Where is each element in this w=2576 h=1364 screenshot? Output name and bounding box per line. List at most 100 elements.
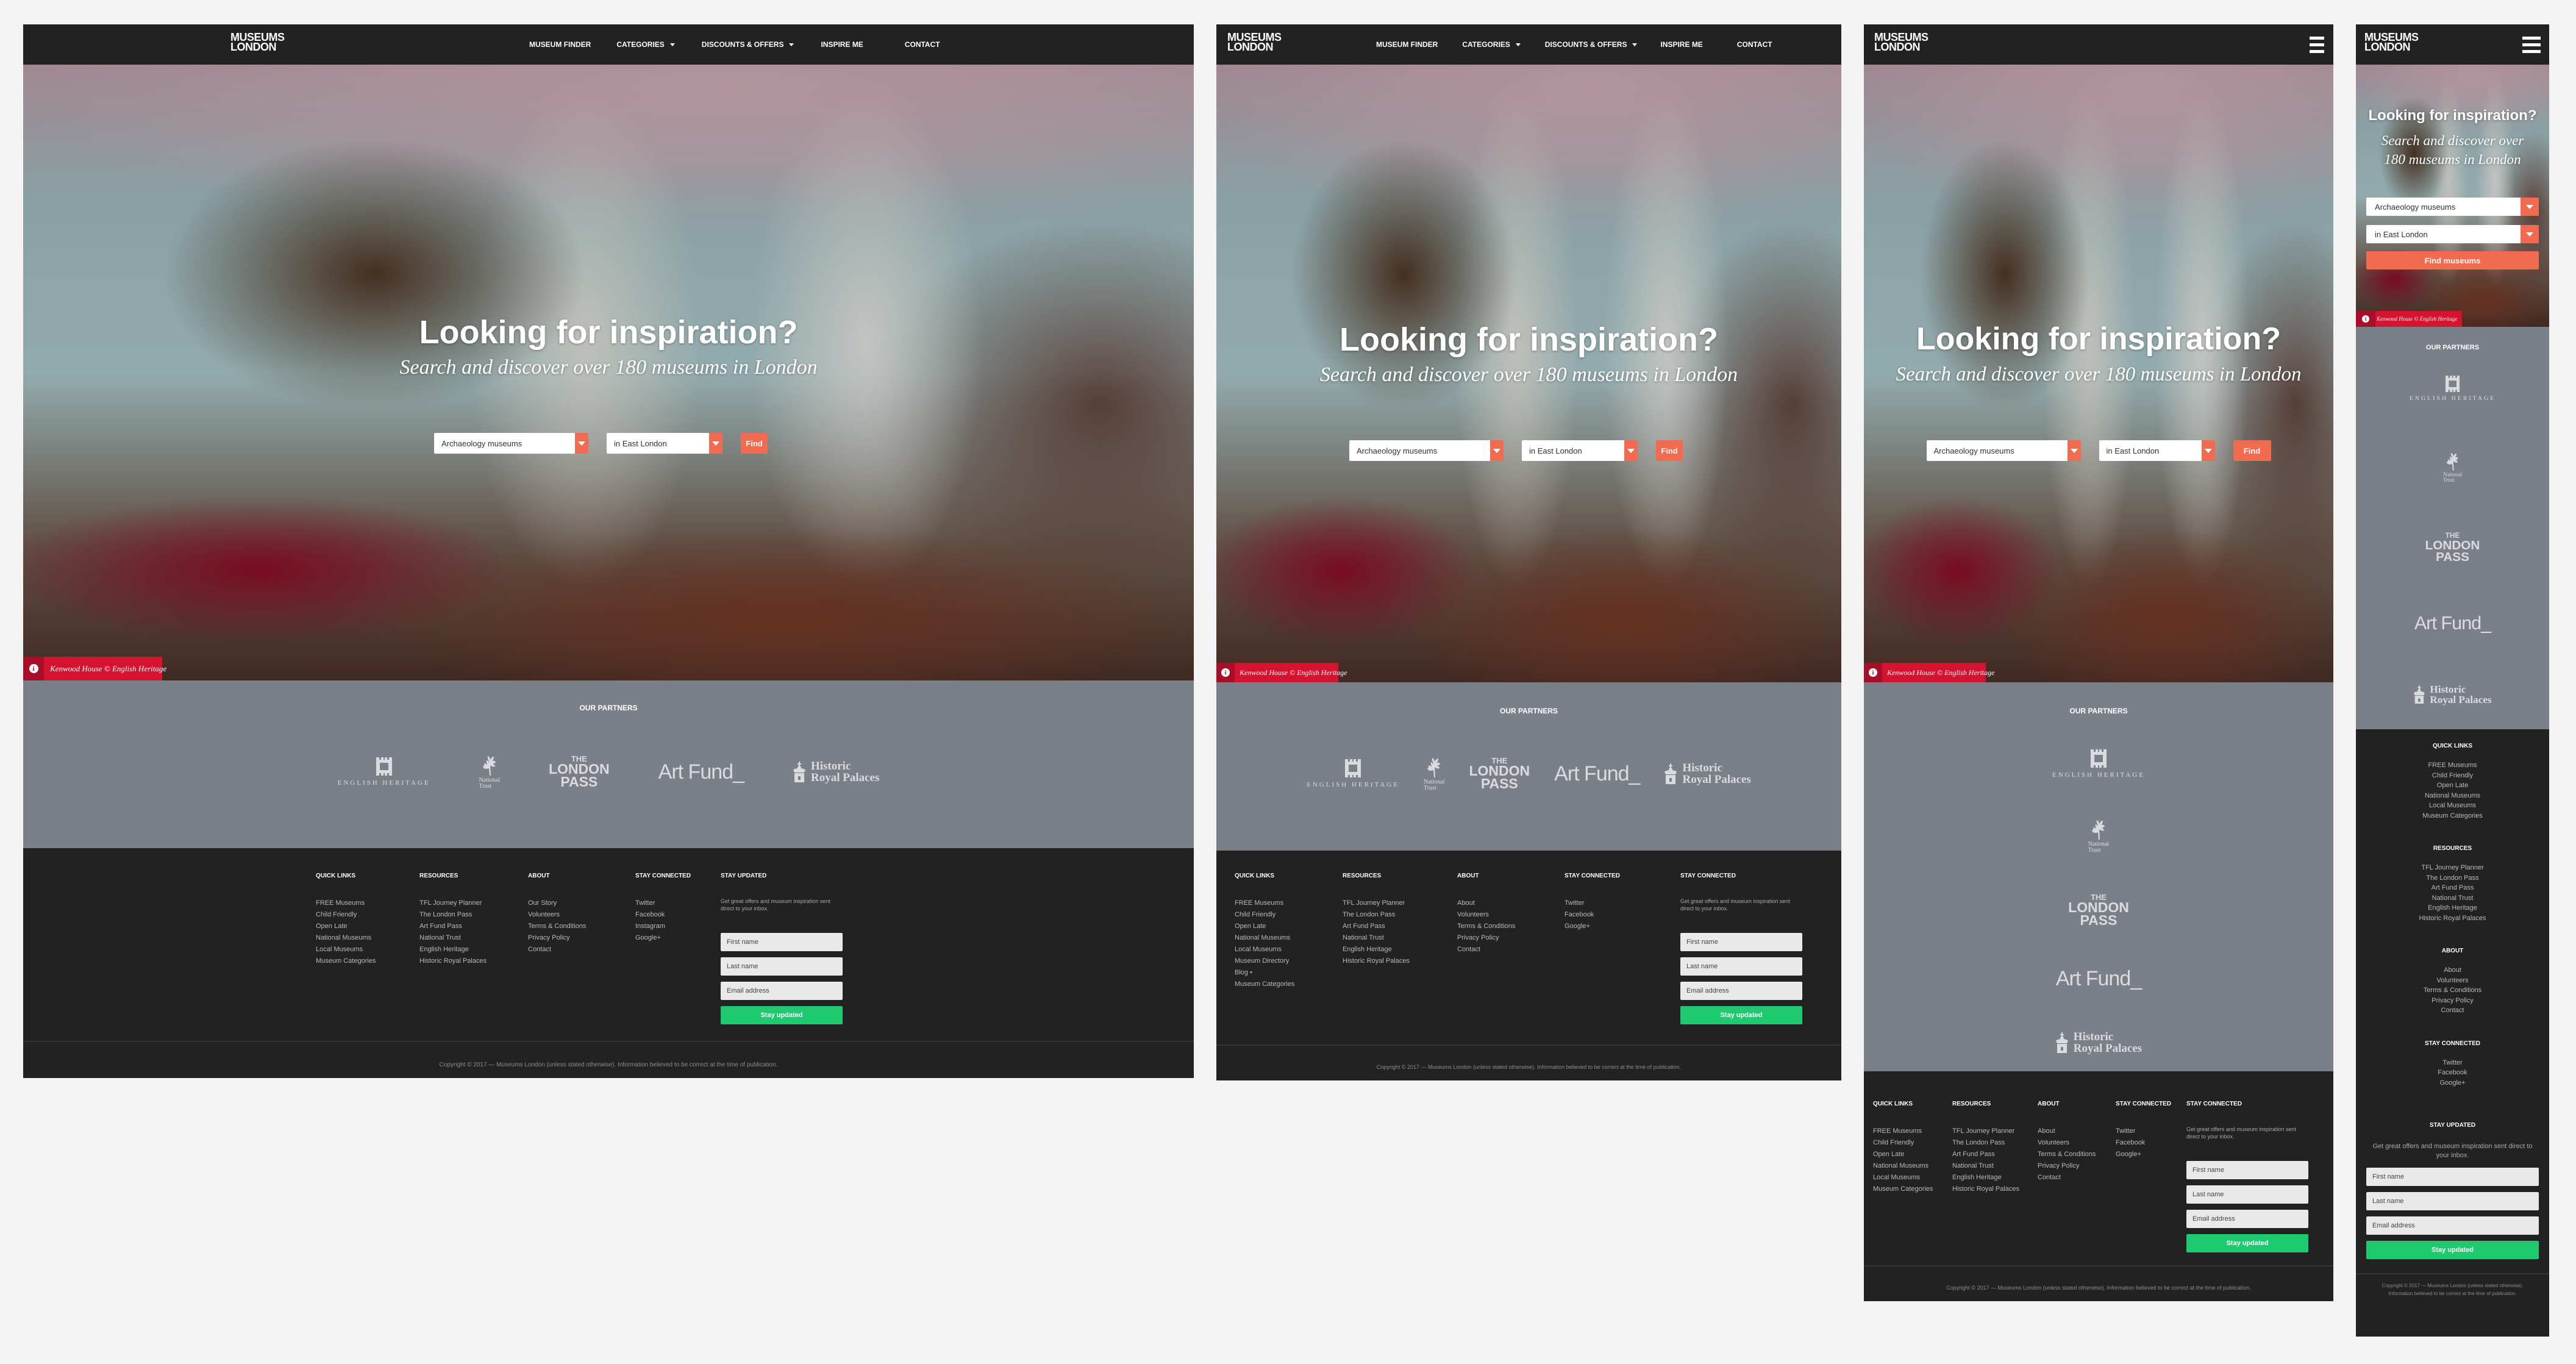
- footer-link[interactable]: Local Museums: [316, 944, 389, 955]
- footer-link[interactable]: Museum Directory: [1235, 955, 1343, 967]
- footer-link[interactable]: Twitter: [2116, 1126, 2186, 1137]
- footer-link[interactable]: Facebook: [2116, 1137, 2186, 1149]
- footer-link[interactable]: Local Museums: [1873, 1172, 1952, 1184]
- email-field[interactable]: [721, 982, 843, 1001]
- dropdown-button[interactable]: [1490, 440, 1504, 461]
- footer-link[interactable]: About: [1457, 898, 1565, 909]
- first-name-field[interactable]: [1680, 933, 1802, 952]
- nav-contact[interactable]: CONTACT: [1737, 40, 1772, 49]
- last-name-field[interactable]: [1680, 957, 1802, 976]
- nav-museum-finder[interactable]: MUSEUM FINDER: [1376, 40, 1438, 49]
- footer-link[interactable]: Volunteers: [1457, 909, 1565, 921]
- footer-link[interactable]: Privacy Policy: [528, 932, 605, 944]
- footer-link[interactable]: Museum Categories: [1235, 979, 1343, 990]
- footer-link[interactable]: Terms & Conditions: [1457, 921, 1565, 932]
- partner-logo-national-trust[interactable]: National Trust: [479, 755, 500, 790]
- footer-link[interactable]: Privacy Policy: [2356, 996, 2549, 1006]
- footer-link[interactable]: TFL Journey Planner: [2356, 863, 2549, 873]
- find-button[interactable]: Find: [741, 433, 768, 454]
- partner-logo-historic-royal-palaces[interactable]: Historic Royal Palaces: [2055, 1031, 2142, 1054]
- footer-link[interactable]: Twitter: [2356, 1058, 2549, 1068]
- partner-logo-national-trust[interactable]: National Trust: [1424, 757, 1444, 791]
- area-select[interactable]: in East London: [2099, 440, 2215, 461]
- footer-link[interactable]: TFL Journey Planner: [419, 898, 498, 909]
- nav-contact[interactable]: CONTACT: [905, 40, 940, 49]
- footer-link[interactable]: Volunteers: [2038, 1137, 2116, 1149]
- footer-link[interactable]: Child Friendly: [1235, 909, 1343, 921]
- find-museums-button[interactable]: Find museums: [2366, 251, 2539, 270]
- dropdown-button[interactable]: [709, 433, 722, 454]
- footer-link[interactable]: Twitter: [1565, 898, 1680, 909]
- footer-link[interactable]: About: [2038, 1126, 2116, 1137]
- dropdown-button[interactable]: [2067, 440, 2081, 461]
- footer-link[interactable]: Google+: [2356, 1078, 2549, 1088]
- category-select[interactable]: Archaeology museums: [2366, 198, 2539, 216]
- footer-link[interactable]: Facebook: [635, 909, 702, 921]
- partner-logo-english-heritage[interactable]: ENGLISH HERITAGE: [2052, 749, 2145, 779]
- hamburger-menu-icon[interactable]: [2522, 37, 2541, 57]
- footer-link[interactable]: Volunteers: [528, 909, 605, 921]
- footer-link[interactable]: English Heritage: [1343, 944, 1457, 955]
- footer-link[interactable]: Google+: [2116, 1149, 2186, 1160]
- partner-logo-english-heritage[interactable]: ENGLISH HERITAGE: [1307, 759, 1399, 788]
- footer-link[interactable]: Twitter: [635, 898, 702, 909]
- footer-link[interactable]: National Museums: [1873, 1160, 1952, 1172]
- footer-link[interactable]: FREE Museums: [316, 898, 389, 909]
- footer-link[interactable]: Art Fund Pass: [1343, 921, 1457, 932]
- dropdown-button[interactable]: [2521, 225, 2539, 243]
- category-select[interactable]: Archaeology museums: [434, 433, 588, 454]
- footer-link[interactable]: Local Museums: [2356, 801, 2549, 811]
- image-credit[interactable]: i Kenwood House © English Heritage: [1216, 663, 1347, 682]
- last-name-field[interactable]: [2186, 1185, 2308, 1204]
- partner-logo-english-heritage[interactable]: ENGLISH HERITAGE: [2410, 376, 2496, 402]
- nav-discounts-offers[interactable]: DISCOUNTS & OFFERS: [1545, 40, 1638, 49]
- stay-updated-button[interactable]: Stay updated: [2186, 1234, 2308, 1253]
- site-logo[interactable]: MUSEUMS LONDON: [1874, 32, 1928, 52]
- area-select[interactable]: in East London: [607, 433, 722, 454]
- footer-link[interactable]: English Heritage: [1952, 1172, 2038, 1184]
- footer-link[interactable]: Art Fund Pass: [419, 921, 498, 932]
- footer-link[interactable]: Volunteers: [2356, 976, 2549, 986]
- partner-logo-art-fund[interactable]: Art Fund_: [2414, 613, 2491, 634]
- partner-logo-london-pass[interactable]: THE LONDON PASS: [2068, 893, 2129, 927]
- footer-link[interactable]: Open Late: [316, 921, 389, 932]
- footer-link[interactable]: Facebook: [2356, 1068, 2549, 1078]
- footer-link[interactable]: About: [2356, 965, 2549, 976]
- footer-link[interactable]: Contact: [1457, 944, 1565, 955]
- first-name-field[interactable]: [721, 933, 843, 952]
- image-credit[interactable]: i Kenwood House © English Heritage: [23, 657, 166, 680]
- footer-link[interactable]: Historic Royal Palaces: [1952, 1184, 2038, 1195]
- image-credit[interactable]: i Kenwood House © English Heritage: [2356, 311, 2462, 327]
- nav-museum-finder[interactable]: MUSEUM FINDER: [529, 40, 591, 49]
- site-logo[interactable]: MUSEUMS LONDON: [230, 32, 285, 52]
- footer-link[interactable]: Contact: [528, 944, 605, 955]
- dropdown-button[interactable]: [2201, 440, 2215, 461]
- footer-link[interactable]: National Trust: [1952, 1160, 2038, 1172]
- footer-link[interactable]: Historic Royal Palaces: [2356, 913, 2549, 924]
- footer-link[interactable]: Google+: [1565, 921, 1680, 932]
- footer-link[interactable]: The London Pass: [1343, 909, 1457, 921]
- footer-link[interactable]: National Trust: [1343, 932, 1457, 944]
- stay-updated-button[interactable]: Stay updated: [2366, 1240, 2539, 1259]
- footer-link[interactable]: National Museums: [316, 932, 389, 944]
- footer-link[interactable]: Terms & Conditions: [2356, 985, 2549, 996]
- footer-link[interactable]: Local Museums: [1235, 944, 1343, 955]
- email-field[interactable]: [1680, 982, 1802, 1001]
- hamburger-menu-icon[interactable]: [2310, 37, 2324, 57]
- footer-link[interactable]: Museum Categories: [1873, 1184, 1952, 1195]
- footer-link[interactable]: FREE Museums: [2356, 760, 2549, 771]
- footer-link[interactable]: The London Pass: [2356, 873, 2549, 884]
- partner-logo-historic-royal-palaces[interactable]: Historic Royal Palaces: [2413, 684, 2492, 705]
- footer-link[interactable]: National Trust: [2356, 893, 2549, 904]
- footer-link[interactable]: TFL Journey Planner: [1343, 898, 1457, 909]
- dropdown-button[interactable]: [575, 433, 588, 454]
- stay-updated-button[interactable]: Stay updated: [721, 1006, 843, 1025]
- last-name-field[interactable]: [721, 957, 843, 976]
- nav-categories[interactable]: CATEGORIES: [1462, 40, 1521, 49]
- partner-logo-london-pass[interactable]: THE LONDON PASS: [2425, 532, 2480, 563]
- nav-discounts-offers[interactable]: DISCOUNTS & OFFERS: [702, 40, 794, 49]
- footer-link[interactable]: English Heritage: [2356, 903, 2549, 913]
- footer-link[interactable]: Child Friendly: [1873, 1137, 1952, 1149]
- find-button[interactable]: Find: [1656, 440, 1683, 461]
- partner-logo-london-pass[interactable]: THE LONDON PASS: [1469, 757, 1530, 791]
